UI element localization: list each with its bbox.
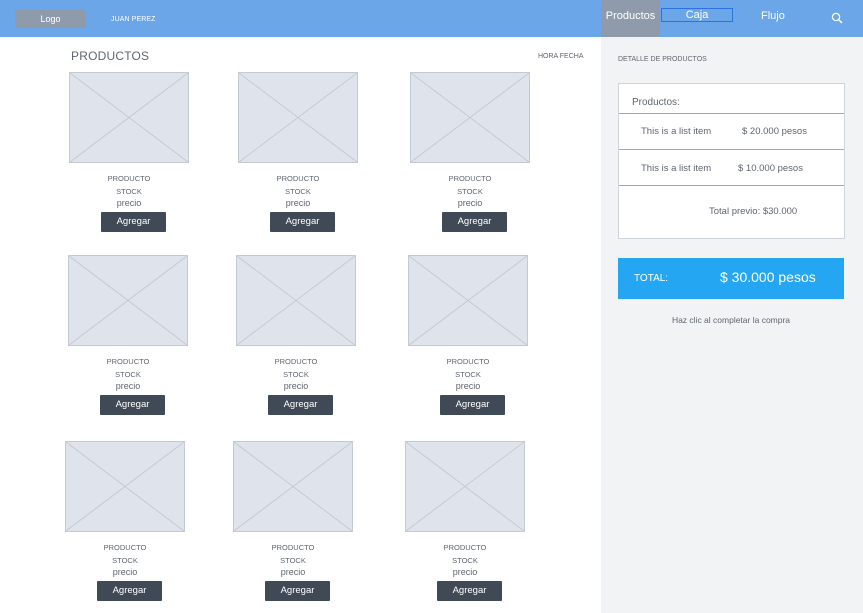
add-button[interactable]: Agregar xyxy=(440,395,505,415)
add-button[interactable]: Agregar xyxy=(442,212,507,232)
list-item-price: $ 10.000 pesos xyxy=(738,163,803,174)
product-name: PRODUCTO xyxy=(107,174,151,183)
user-name[interactable]: JUAN PEREZ xyxy=(111,16,156,23)
product-name: PRODUCTO xyxy=(106,357,150,366)
detail-heading: Productos: xyxy=(632,97,680,108)
product-price: precio xyxy=(285,198,311,208)
product-name: PRODUCTO xyxy=(446,357,490,366)
page-title: PRODUCTOS xyxy=(71,49,150,63)
image-placeholder-icon xyxy=(69,72,189,163)
product-price: precio xyxy=(455,381,481,391)
product-name: PRODUCTO xyxy=(276,174,320,183)
list-item-label: This is a list item xyxy=(641,126,712,137)
app-window: Logo JUAN PEREZ Productos Caja Flujo PRO… xyxy=(0,0,863,613)
subtotal: Total previo: $30.000 xyxy=(709,206,798,217)
add-button[interactable]: Agregar xyxy=(437,581,502,601)
product-price: precio xyxy=(112,567,138,577)
tab-flujo[interactable]: Flujo xyxy=(761,10,785,22)
image-placeholder-icon xyxy=(65,441,185,532)
product-stock: STOCK xyxy=(112,556,138,565)
search-icon[interactable] xyxy=(831,12,843,24)
list-item-price: $ 20.000 pesos xyxy=(742,126,807,137)
tab-productos[interactable]: Productos xyxy=(601,0,660,37)
add-button[interactable]: Agregar xyxy=(100,395,165,415)
add-button[interactable]: Agregar xyxy=(270,212,335,232)
list-item-label: This is a list item xyxy=(641,163,712,174)
logo-button[interactable]: Logo xyxy=(15,10,86,28)
product-price: precio xyxy=(116,198,142,208)
product-name: PRODUCTO xyxy=(448,174,492,183)
total-label: TOTAL: xyxy=(634,273,669,284)
product-stock: STOCK xyxy=(457,187,483,196)
add-button[interactable]: Agregar xyxy=(97,581,162,601)
product-name: PRODUCTO xyxy=(274,357,318,366)
image-placeholder-icon xyxy=(238,72,358,163)
product-stock: STOCK xyxy=(452,556,478,565)
add-button[interactable]: Agregar xyxy=(268,395,333,415)
product-price: precio xyxy=(452,567,478,577)
top-bar: Logo JUAN PEREZ Productos Caja Flujo xyxy=(0,0,863,37)
add-button[interactable]: Agregar xyxy=(101,212,166,232)
product-stock: STOCK xyxy=(115,370,141,379)
product-stock: STOCK xyxy=(285,187,311,196)
product-stock: STOCK xyxy=(116,187,142,196)
complete-purchase-link[interactable]: Haz clic al completar la compra xyxy=(618,315,844,325)
image-placeholder-icon xyxy=(68,255,188,346)
divider xyxy=(619,149,844,150)
divider xyxy=(619,113,844,114)
detail-title: DETALLE DE PRODUCTOS xyxy=(618,56,707,63)
product-name: PRODUCTO xyxy=(271,543,315,552)
product-price: precio xyxy=(280,567,306,577)
product-name: PRODUCTO xyxy=(103,543,147,552)
product-name: PRODUCTO xyxy=(443,543,487,552)
tab-caja[interactable]: Caja xyxy=(661,8,733,22)
image-placeholder-icon xyxy=(236,255,356,346)
product-price: precio xyxy=(457,198,483,208)
product-stock: STOCK xyxy=(280,556,306,565)
product-price: precio xyxy=(283,381,309,391)
product-price: precio xyxy=(115,381,141,391)
total-value: $ 30.000 pesos xyxy=(720,269,816,285)
image-placeholder-icon xyxy=(405,441,525,532)
product-stock: STOCK xyxy=(455,370,481,379)
add-button[interactable]: Agregar xyxy=(265,581,330,601)
divider xyxy=(619,185,844,186)
product-stock: STOCK xyxy=(283,370,309,379)
image-placeholder-icon xyxy=(408,255,528,346)
datetime-label: HORA FECHA xyxy=(538,53,584,60)
image-placeholder-icon xyxy=(233,441,353,532)
image-placeholder-icon xyxy=(410,72,530,163)
